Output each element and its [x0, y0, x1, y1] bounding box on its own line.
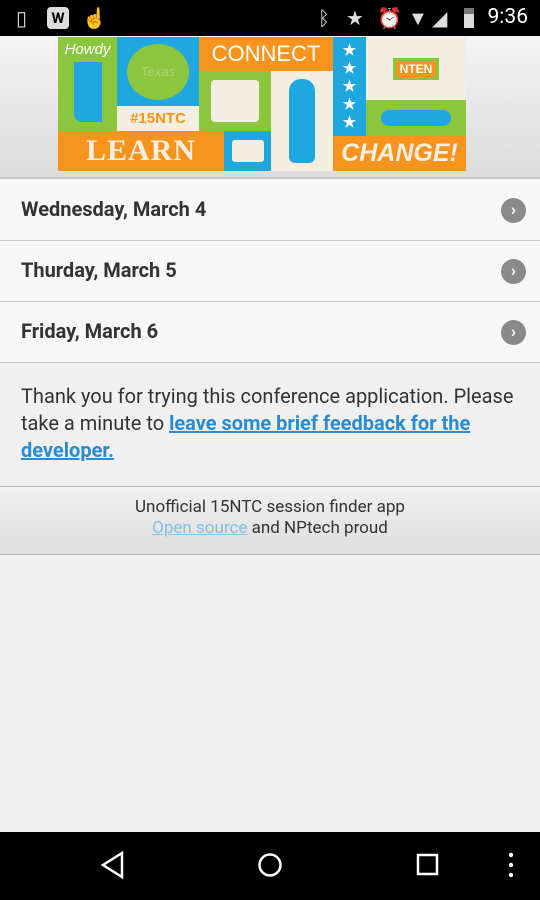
segway-icon	[289, 79, 315, 163]
stars-tile: ★ ★ ★ ★ ★	[333, 37, 366, 136]
lego-icon	[231, 140, 264, 162]
mug-icon	[211, 80, 259, 122]
recents-icon[interactable]	[415, 850, 441, 880]
header: Howdy Texas #15NTC CONNECT ★ ★ ★ ★ ★ NTEN LE…	[0, 36, 540, 179]
feedback-message: Thank you for trying this conference app…	[21, 383, 521, 464]
howdy-text: Howdy	[64, 41, 111, 58]
laptop-tile: NTEN	[366, 37, 466, 100]
day-label: Wednesday, March 4	[21, 197, 207, 221]
day-label: Thurday, March 5	[21, 258, 177, 282]
texas-tile: Texas	[117, 37, 199, 106]
signal-icon: ◢	[432, 6, 448, 30]
tablet-icon: ▯	[16, 6, 28, 30]
status-bar: ▯ W ☝ ᛒ ★ ⏰ ▼ ◢ 9:36	[0, 0, 540, 36]
chevron-right-icon: ›	[501, 320, 526, 345]
hashtag-text: #15NTC	[117, 106, 199, 131]
battery-icon	[464, 8, 474, 28]
back-icon[interactable]	[100, 850, 126, 880]
guitar-tile	[366, 100, 466, 136]
nten-logo: NTEN	[392, 57, 440, 80]
home-icon[interactable]	[257, 850, 285, 880]
wifi-icon: ▼	[408, 6, 428, 30]
chevron-right-icon: ›	[501, 259, 526, 284]
day-row-thursday[interactable]: Thurday, March 5 ›	[0, 241, 540, 302]
footer: Unofficial 15NTC session finder app Open…	[0, 486, 540, 555]
guitar-icon	[381, 110, 451, 126]
alarm-icon: ⏰	[377, 6, 402, 30]
footer-tagline: and NPtech proud	[247, 518, 388, 538]
mug-tile	[199, 71, 271, 131]
day-label: Friday, March 6	[21, 319, 159, 343]
texas-text: Texas	[127, 43, 189, 100]
w-app-icon: W	[47, 7, 69, 29]
clock: 9:36	[487, 5, 529, 29]
lego-tile	[224, 131, 271, 171]
segway-tile	[271, 71, 333, 171]
day-row-wednesday[interactable]: Wednesday, March 4 ›	[0, 180, 540, 241]
bluetooth-icon: ᛒ	[318, 6, 330, 30]
open-source-link[interactable]: Open source	[152, 518, 247, 538]
star-icon: ★	[346, 6, 364, 30]
learn-text: LEARN	[58, 131, 224, 171]
connect-text: CONNECT	[199, 37, 333, 71]
navigation-bar	[0, 832, 540, 900]
boot-icon	[73, 62, 102, 122]
conference-banner: Howdy Texas #15NTC CONNECT ★ ★ ★ ★ ★ NTEN LE…	[58, 37, 466, 171]
touch-icon: ☝	[82, 6, 107, 30]
footer-title: Unofficial 15NTC session finder app	[135, 497, 405, 517]
change-text: CHANGE!	[333, 136, 466, 171]
chevron-right-icon: ›	[501, 198, 526, 223]
howdy-tile: Howdy	[58, 37, 117, 131]
day-row-friday[interactable]: Friday, March 6 ›	[0, 302, 540, 363]
overflow-menu-icon[interactable]	[506, 850, 516, 880]
